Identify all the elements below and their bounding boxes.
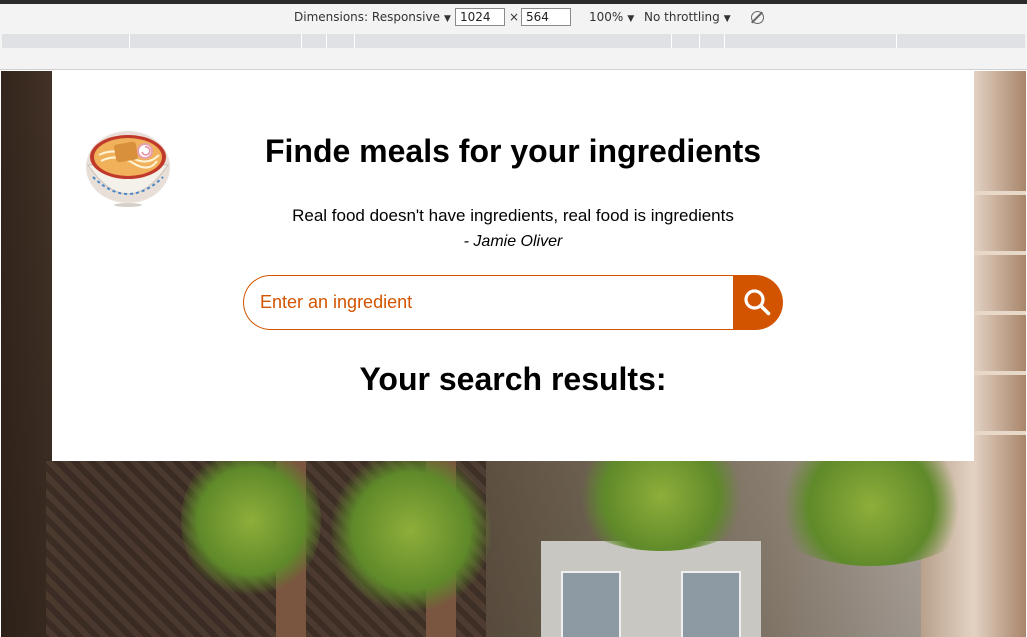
throttling-label: No throttling xyxy=(644,10,720,24)
background-plant xyxy=(761,446,981,566)
chevron-down-icon: ▼ xyxy=(443,14,451,24)
background-window xyxy=(681,571,741,637)
width-input[interactable] xyxy=(455,8,505,26)
ingredient-search-input[interactable] xyxy=(243,275,735,330)
chevron-down-icon: ▼ xyxy=(627,14,635,24)
ruler-tick[interactable] xyxy=(354,34,355,48)
search-button[interactable] xyxy=(733,275,783,330)
quote-text: Real food doesn't have ingredients, real… xyxy=(292,206,734,225)
search-bar xyxy=(243,275,783,330)
dimensions-label: Dimensions: Responsive xyxy=(294,10,440,24)
background-plant xyxy=(331,446,491,616)
ruler-tick[interactable] xyxy=(699,34,700,48)
ruler-tick[interactable] xyxy=(724,34,725,48)
search-icon xyxy=(744,289,771,316)
results-heading: Your search results: xyxy=(359,361,667,397)
ruler-tick[interactable] xyxy=(896,34,897,48)
page-title: Finde meals for your ingredients xyxy=(264,133,762,169)
height-input[interactable] xyxy=(521,8,571,26)
search-card: Finde meals for your ingredients Real fo… xyxy=(52,71,974,461)
background-plant xyxy=(181,441,321,601)
zoom-dropdown[interactable]: 100% ▼ xyxy=(589,10,634,24)
throttling-dropdown[interactable]: No throttling ▼ xyxy=(644,10,731,24)
dimensions-dropdown[interactable]: Dimensions: Responsive ▼ xyxy=(294,10,451,24)
ruler-tick[interactable] xyxy=(671,34,672,48)
quote-author: - Jamie Oliver xyxy=(463,233,563,250)
page-viewport: Finde meals for your ingredients Real fo… xyxy=(1,71,1026,637)
zoom-label: 100% xyxy=(589,10,624,24)
devtools-device-toolbar: Dimensions: Responsive▼ × 100%▼ No throt… xyxy=(0,4,1027,32)
background-window xyxy=(561,571,621,637)
ruler-bar[interactable] xyxy=(2,34,1025,48)
ruler-tick[interactable] xyxy=(301,34,302,48)
ruler-tick[interactable] xyxy=(129,34,130,48)
rotate-icon[interactable] xyxy=(751,11,764,24)
ruler-tick[interactable] xyxy=(326,34,327,48)
chevron-down-icon: ▼ xyxy=(723,14,731,24)
times-sign: × xyxy=(509,10,520,24)
media-query-ruler[interactable] xyxy=(0,32,1027,50)
viewport-gap xyxy=(0,50,1027,70)
